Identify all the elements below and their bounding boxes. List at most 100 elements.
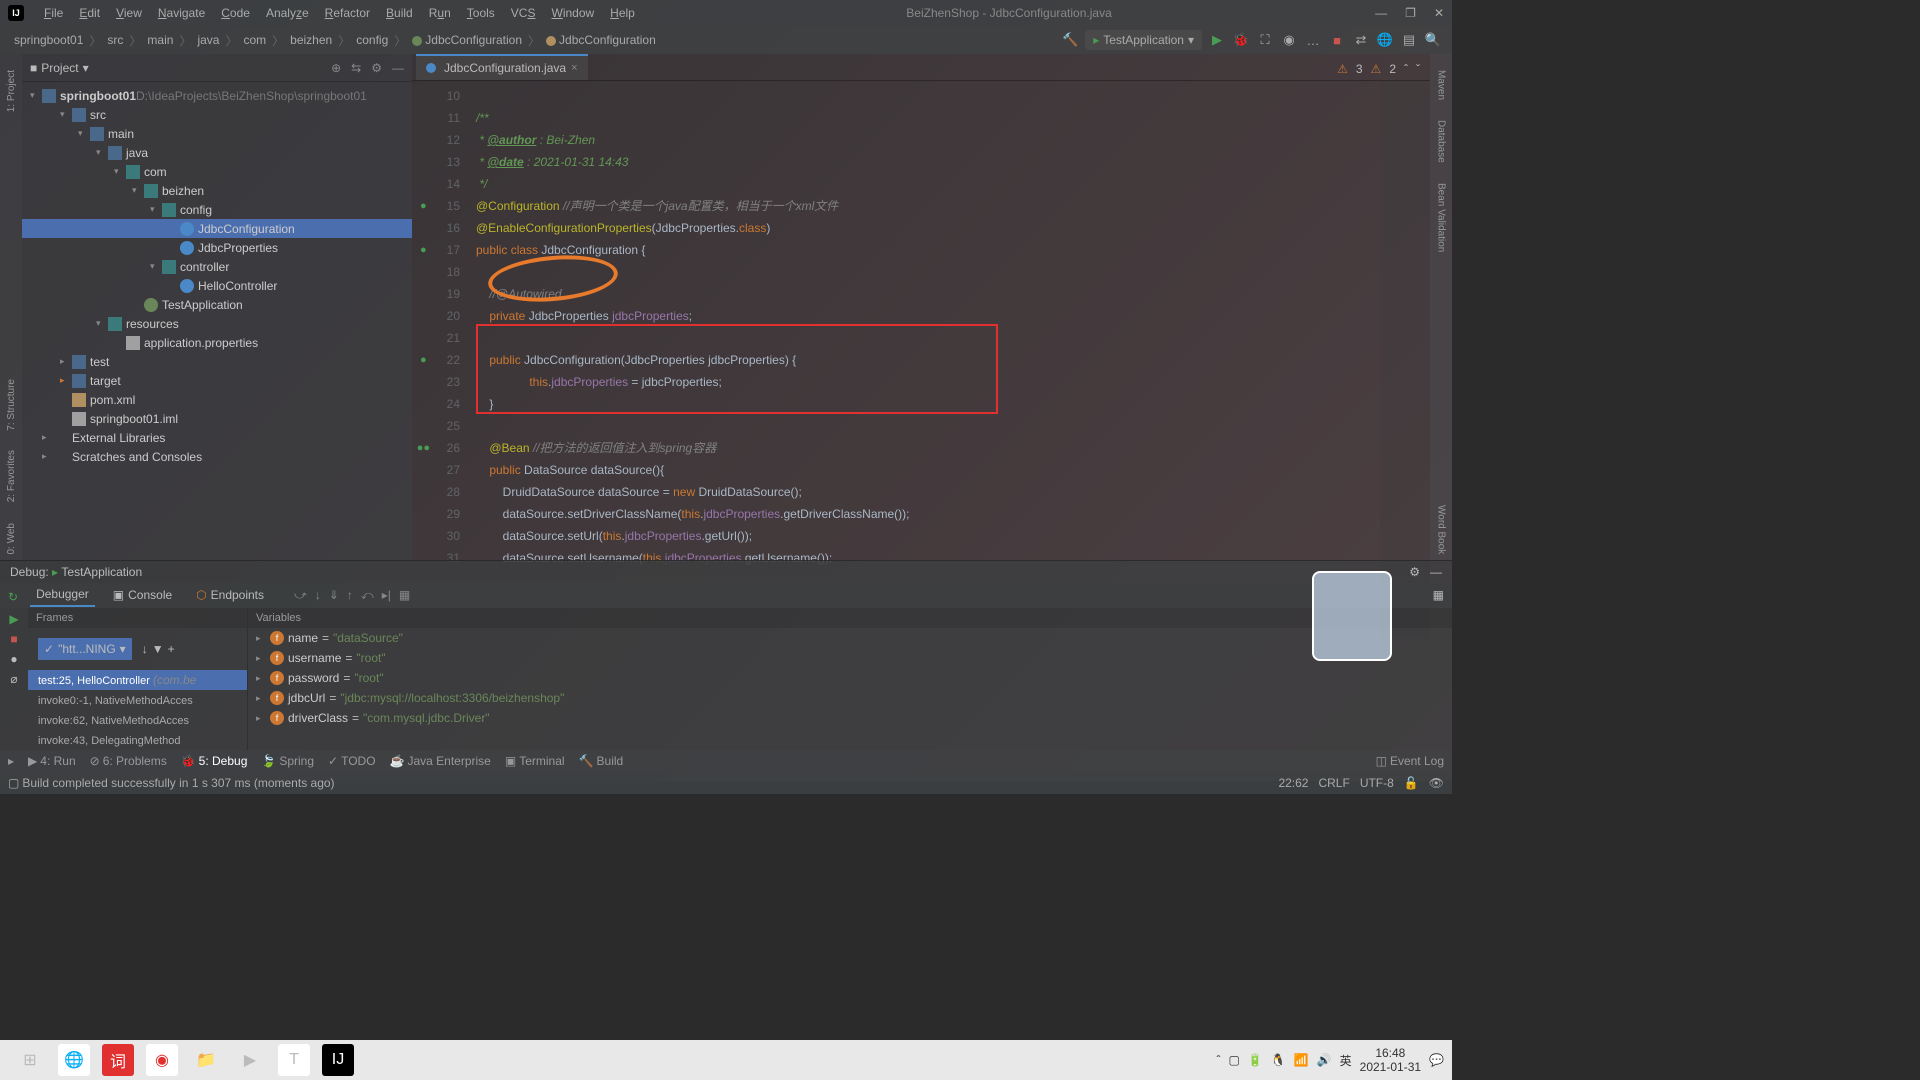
right-tab-maven[interactable]: Maven [1434,64,1449,106]
menu-tools[interactable]: Tools [459,6,503,20]
locate-icon[interactable]: ⊕ [331,61,341,75]
console-tab[interactable]: ▣Console [107,584,178,606]
tray-up-icon[interactable]: ˆ [1216,1053,1220,1067]
bt-eventlog[interactable]: ◫ Event Log [1376,754,1444,768]
tree-item-test[interactable]: ▸test [22,352,412,371]
menu-edit[interactable]: Edit [71,6,108,20]
menu-build[interactable]: Build [378,6,421,20]
debug-hide-icon[interactable]: — [1430,565,1442,579]
debugger-tab[interactable]: Debugger [30,583,95,607]
step-into-icon[interactable]: ↓ [315,588,321,603]
tree-item-java[interactable]: ▾java [22,143,412,162]
close-tab-icon[interactable]: × [571,62,577,74]
bt-javaee[interactable]: ☕ Java Enterprise [390,754,491,768]
structure-icon[interactable]: ▤ [1400,31,1418,49]
tray-display-icon[interactable]: ▢ [1228,1053,1239,1067]
menu-navigate[interactable]: Navigate [150,6,213,20]
tree-item-application-properties[interactable]: application.properties [22,333,412,352]
frame-row[interactable]: invoke0:-1, NativeMethodAcces [28,690,247,710]
tree-item-target[interactable]: ▸target [22,371,412,390]
run-to-cursor-icon[interactable]: ▸| [382,588,391,603]
breakpoints-icon[interactable]: ● [10,652,17,666]
tree-item-testapplication[interactable]: TestApplication [22,295,412,314]
minimize-icon[interactable]: — [1375,6,1387,20]
tray-battery-icon[interactable]: 🔋 [1248,1053,1263,1067]
close-icon[interactable]: ✕ [1434,6,1444,20]
bt-terminal[interactable]: ▣ Terminal [505,754,565,768]
tree-item-springboot01-iml[interactable]: springboot01.iml [22,409,412,428]
debug-icon[interactable]: 🐞 [1232,31,1250,49]
tree-item-com[interactable]: ▾com [22,162,412,181]
variable-row[interactable]: ▸fpassword = "root" [248,668,1452,688]
step-out-icon[interactable]: ↑ [347,588,353,603]
evaluate-icon[interactable]: ▦ [399,588,410,603]
right-tab-database[interactable]: Database [1434,114,1449,169]
line-separator[interactable]: CRLF [1318,776,1349,790]
status-icon[interactable]: ▢ [8,776,19,790]
variable-row[interactable]: ▸fusername = "root" [248,648,1452,668]
bt-build[interactable]: 🔨 Build [579,754,624,768]
tree-item-beizhen[interactable]: ▾beizhen [22,181,412,200]
variable-row[interactable]: ▸fjdbcUrl = "jdbc:mysql://localhost:3306… [248,688,1452,708]
frame-row[interactable]: test:25, HelloController (com.be [28,670,247,690]
tree-root[interactable]: ▾springboot01 D:\IdeaProjects\BeiZhenSho… [22,86,412,105]
debug-settings-icon[interactable]: ⚙ [1409,565,1420,579]
media-icon[interactable]: ▶ [234,1044,266,1076]
tree-item-src[interactable]: ▾src [22,105,412,124]
menu-file[interactable]: File [36,6,71,20]
thread-selector[interactable]: ✓"htt...NING▾ [38,638,132,660]
tray-wifi-icon[interactable]: 📶 [1294,1053,1309,1067]
readonly-icon[interactable]: 🔓 [1404,776,1419,790]
tree-item-main[interactable]: ▾main [22,124,412,143]
bt-spring[interactable]: 🍃 Spring [261,754,314,768]
run-config-selector[interactable]: ▸TestApplication▾ [1085,30,1202,50]
left-tab-structure[interactable]: 7: Structure [4,373,19,437]
crumb-5[interactable]: beizhen [286,33,336,47]
start-icon[interactable]: ⊞ [14,1044,46,1076]
maximize-icon[interactable]: ❐ [1405,6,1416,20]
crumb-1[interactable]: src [103,33,127,47]
project-tree[interactable]: ▾springboot01 D:\IdeaProjects\BeiZhenSho… [22,82,412,560]
frame-row[interactable]: invoke:62, NativeMethodAcces [28,710,247,730]
attach-icon[interactable]: … [1304,31,1322,49]
app-icon-1[interactable]: 词 [102,1044,134,1076]
project-view-selector[interactable]: ■Project▾ [30,61,89,75]
settings-icon[interactable]: ⚙ [371,61,382,75]
menu-help[interactable]: Help [602,6,643,20]
crumb-3[interactable]: java [193,33,223,47]
vcs-update-icon[interactable]: ⇄ [1352,31,1370,49]
bt-debug[interactable]: 🐞 5: Debug [181,754,248,768]
menu-vcs[interactable]: VCS [503,6,544,20]
menu-run[interactable]: Run [421,6,459,20]
prev-frame-icon[interactable]: ↓ [142,642,148,656]
bt-run[interactable]: ▶ 4: Run [28,754,76,768]
collapse-icon[interactable]: ⇆ [351,61,361,75]
crumb-0[interactable]: springboot01 [10,33,87,47]
caret-position[interactable]: 22:62 [1278,776,1308,790]
left-tab-project[interactable]: 1: Project [4,64,19,118]
step-over-icon[interactable]: ⤻ [294,588,307,603]
tree-item-controller[interactable]: ▾controller [22,257,412,276]
chrome-icon[interactable]: 🌐 [58,1044,90,1076]
tree-item-jdbcproperties[interactable]: JdbcProperties [22,238,412,257]
frame-row[interactable]: invoke:43, DelegatingMethod [28,730,247,750]
text-icon[interactable]: T [278,1044,310,1076]
explorer-icon[interactable]: 📁 [190,1044,222,1076]
left-tab-web[interactable]: 0: Web [4,517,19,561]
stop-debug-icon[interactable]: ■ [10,632,17,646]
menu-window[interactable]: Window [543,6,602,20]
crumb-6[interactable]: config [352,33,392,47]
add-frame-icon[interactable]: + [168,642,175,656]
force-step-into-icon[interactable]: ⇓ [329,588,339,603]
tree-item-pom-xml[interactable]: pom.xml [22,390,412,409]
hide-icon[interactable]: — [392,61,404,75]
code-editor[interactable]: /** * @author : Bei-Zhen * @date : 2021-… [468,81,1380,639]
tree-item-config[interactable]: ▾config [22,200,412,219]
bt-problems[interactable]: ⊘ 6: Problems [90,754,167,768]
coverage-icon[interactable]: ⛶ [1256,31,1274,49]
crumb-8[interactable]: JdbcConfiguration [542,33,660,47]
editor-minimap[interactable] [1380,81,1430,639]
tree-item-scratches-and-consoles[interactable]: ▸Scratches and Consoles [22,447,412,466]
layout-icon[interactable]: ▦ [1433,588,1444,602]
crumb-7[interactable]: JdbcConfiguration [408,33,526,47]
